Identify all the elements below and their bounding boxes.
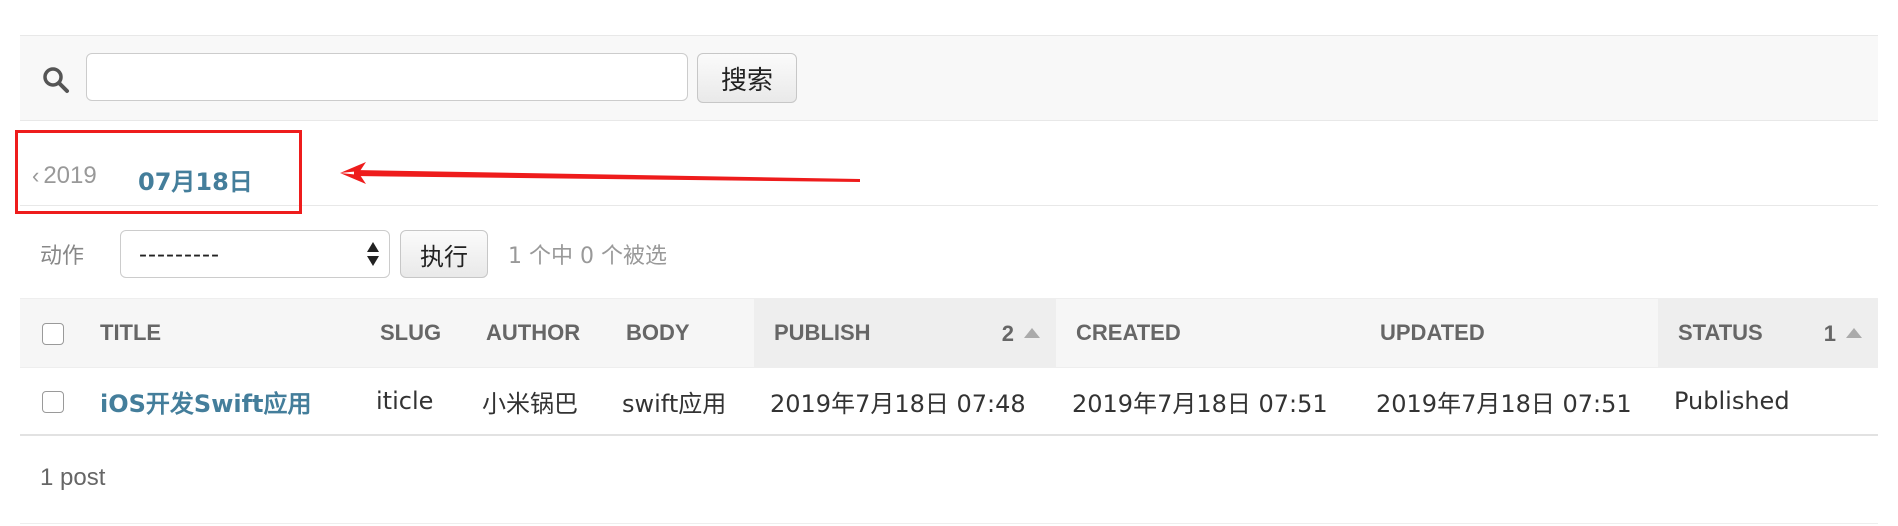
annotation-highlight-box	[15, 130, 302, 214]
column-header-label: SLUG	[380, 320, 442, 345]
cell-slug: iticle	[360, 367, 466, 436]
sort-ascending-icon	[1846, 328, 1862, 338]
cell-value: Published	[1674, 387, 1790, 415]
actions-bar: 动作 --------- 执行 1 个中 0 个被选	[20, 210, 1878, 290]
search-button[interactable]: 搜索	[697, 53, 797, 103]
cell-value: 2019年7月18日 07:48	[770, 389, 1026, 418]
row-select-cell	[20, 367, 100, 436]
sort-priority-number: 2	[1001, 321, 1014, 346]
column-header-author[interactable]: AUTHOR	[466, 298, 606, 368]
column-header-label: AUTHOR	[486, 320, 581, 345]
search-input[interactable]	[86, 53, 688, 101]
results: TITLE SLUG AUTHOR BODY PUBLISH 2 CREATED…	[20, 298, 1878, 436]
run-action-button[interactable]: 执行	[400, 230, 488, 278]
action-select-value: ---------	[139, 241, 220, 268]
column-header-status[interactable]: STATUS 1	[1658, 298, 1878, 368]
cell-updated: 2019年7月18日 07:51	[1360, 367, 1658, 436]
admin-changelist-page: 搜索 ‹ 2019 07月18日 动作 --------- 执行 1 个中 0 个…	[0, 0, 1898, 526]
column-header-title[interactable]: TITLE	[100, 298, 360, 368]
cell-publish: 2019年7月18日 07:48	[754, 367, 1056, 436]
actions-label: 动作	[40, 244, 85, 269]
sort-ascending-icon	[1024, 328, 1040, 338]
column-header-label: CREATED	[1076, 320, 1181, 345]
column-header-slug[interactable]: SLUG	[360, 298, 466, 368]
cell-value: 2019年7月18日 07:51	[1072, 389, 1328, 418]
search-toolbar: 搜索	[20, 35, 1878, 121]
cell-value: swift应用	[622, 389, 727, 418]
paginator: 1 post	[20, 438, 1878, 524]
action-selection-counter: 1 个中 0 个被选	[508, 244, 667, 269]
column-header-created[interactable]: CREATED	[1056, 298, 1360, 368]
row-checkbox[interactable]	[42, 391, 64, 413]
cell-value: 2019年7月18日 07:51	[1376, 389, 1632, 418]
column-header-body[interactable]: BODY	[606, 298, 754, 368]
select-all-header	[20, 298, 100, 368]
sort-priority-number: 1	[1823, 321, 1836, 346]
select-arrows-icon	[367, 242, 379, 266]
annotation-arrow-icon	[340, 162, 860, 184]
search-icon	[43, 67, 69, 93]
column-header-label: BODY	[626, 320, 690, 345]
cell-body: swift应用	[606, 367, 754, 436]
sort-indicator[interactable]: 1	[1824, 321, 1862, 347]
select-all-checkbox[interactable]	[42, 323, 64, 346]
column-header-label: UPDATED	[1380, 320, 1485, 345]
column-header-label: TITLE	[100, 320, 162, 345]
table-header-row: TITLE SLUG AUTHOR BODY PUBLISH 2 CREATED…	[20, 298, 1878, 368]
sort-indicator[interactable]: 2	[1002, 321, 1040, 347]
cell-value: 小米锅巴	[482, 389, 578, 418]
result-count: 1 post	[40, 464, 106, 491]
cell-created: 2019年7月18日 07:51	[1056, 367, 1360, 436]
post-title-link[interactable]: iOS开发Swift应用	[100, 390, 312, 418]
cell-status: Published	[1658, 367, 1878, 436]
cell-title: iOS开发Swift应用	[100, 367, 360, 436]
column-header-updated[interactable]: UPDATED	[1360, 298, 1658, 368]
cell-value: iticle	[376, 387, 434, 415]
column-header-publish[interactable]: PUBLISH 2	[754, 298, 1056, 368]
table-row: iOS开发Swift应用 iticle 小米锅巴 swift应用 2019年7月…	[20, 367, 1878, 436]
action-select[interactable]: ---------	[120, 230, 390, 278]
cell-author: 小米锅巴	[466, 367, 606, 436]
result-list-table: TITLE SLUG AUTHOR BODY PUBLISH 2 CREATED…	[20, 298, 1878, 436]
